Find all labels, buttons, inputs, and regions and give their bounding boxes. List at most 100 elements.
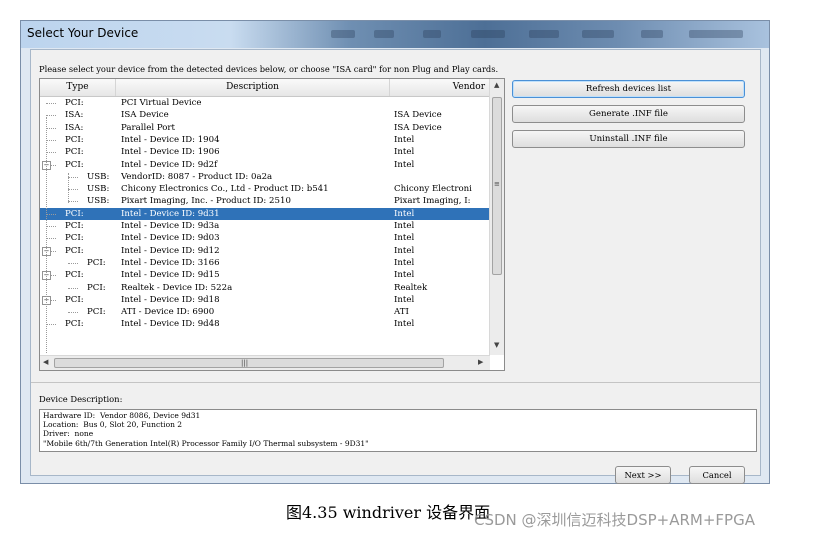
table-row[interactable]: PCI: Intel - Device ID: 1906 Intel xyxy=(40,146,490,158)
tree-connector xyxy=(46,324,56,326)
table-row[interactable]: PCI: PCI Virtual Device xyxy=(40,97,490,109)
vertical-scrollbar[interactable]: ▲ ≡ ▼ xyxy=(489,79,504,355)
table-row[interactable]: USB: VendorID: 8087 - Product ID: 0a2a xyxy=(40,171,490,183)
tree-connector xyxy=(46,103,56,104)
cell-type: PCI: xyxy=(65,221,84,231)
column-type[interactable]: Type xyxy=(40,79,116,96)
device-rows: PCI: PCI Virtual Device ISA: ISA Device ISA … xyxy=(40,97,490,354)
device-list[interactable]: Type Description Vendor PCI: PCI Virtual … xyxy=(39,78,505,371)
cell-description: Intel - Device ID: 3166 xyxy=(121,257,220,268)
table-row[interactable]: PCI: Intel - Device ID: 9d3a Intel xyxy=(40,220,490,232)
cell-type: PCI: xyxy=(65,159,84,170)
cell-description: Intel - Device ID: 9d03 xyxy=(121,233,220,244)
table-row[interactable]: − PCI: Intel - Device ID: 9d2f Intel xyxy=(40,159,490,171)
tree-connector xyxy=(46,213,56,215)
title-blur xyxy=(471,30,505,38)
column-description[interactable]: Description xyxy=(116,79,390,96)
horizontal-scroll-thumb[interactable]: ||| xyxy=(54,358,444,368)
table-row[interactable]: PCI: Intel - Device ID: 9d48 Intel xyxy=(40,318,490,330)
cell-description: Intel - Device ID: 9d15 xyxy=(121,270,220,281)
cell-description: Intel - Device ID: 9d12 xyxy=(121,245,220,256)
cell-description: Intel - Device ID: 9d48 xyxy=(121,319,220,330)
device-dialog: Select Your Device Please select your de… xyxy=(20,20,770,484)
next-button[interactable]: Next >> xyxy=(615,466,671,484)
grip-icon: ≡ xyxy=(494,180,500,188)
cell-vendor: Intel xyxy=(394,270,415,281)
cell-vendor: Chicony Electroni xyxy=(394,184,472,195)
cell-description: Intel - Device ID: 1904 xyxy=(121,134,220,145)
tree-connector xyxy=(46,152,56,154)
table-row[interactable]: PCI: Intel - Device ID: 9d31 Intel xyxy=(40,207,490,220)
table-row[interactable]: − PCI: Intel - Device ID: 9d15 Intel xyxy=(40,269,490,281)
title-bar[interactable]: Select Your Device xyxy=(21,21,769,48)
scroll-up-icon[interactable]: ▲ xyxy=(494,81,499,89)
uninstall-inf-button[interactable]: Uninstall .INF file xyxy=(512,130,745,148)
cell-description: Chicony Electronics Co., Ltd - Product I… xyxy=(121,184,329,195)
table-row[interactable]: PCI: Intel - Device ID: 9d03 Intel xyxy=(40,232,490,244)
title-blur xyxy=(331,30,355,38)
title-blur xyxy=(689,30,743,38)
cell-description: Intel - Device ID: 9d31 xyxy=(121,208,220,219)
scroll-down-icon[interactable]: ▼ xyxy=(494,341,499,349)
cell-type: ISA: xyxy=(65,122,84,133)
cell-description: Intel - Device ID: 9d18 xyxy=(121,294,220,305)
cell-description: VendorID: 8087 - Product ID: 0a2a xyxy=(121,171,273,182)
horizontal-scrollbar[interactable]: ◀ ||| ▶ xyxy=(40,355,490,370)
cell-type: PCI: xyxy=(65,319,84,330)
cell-vendor: Pixart Imaging, I: xyxy=(394,196,471,207)
title-blur xyxy=(423,30,441,38)
table-row[interactable]: PCI: ATI - Device ID: 6900 ATI xyxy=(40,306,490,318)
device-description-box: Hardware ID: Vendor 8086, Device 9d31 Lo… xyxy=(39,409,757,452)
column-header: Type Description Vendor xyxy=(40,79,490,97)
tree-line xyxy=(46,117,47,354)
cell-type: PCI: xyxy=(65,134,84,145)
title-blur xyxy=(582,30,614,38)
watermark: CSDN @深圳信迈科技DSP+ARM+FPGA xyxy=(474,511,755,529)
refresh-devices-button[interactable]: Refresh devices list xyxy=(512,80,745,98)
cell-description: Pixart Imaging, Inc. - Product ID: 2510 xyxy=(121,196,291,207)
cell-type: PCI: xyxy=(65,208,84,219)
tree-connector xyxy=(46,127,56,129)
table-row[interactable]: PCI: Intel - Device ID: 3166 Intel xyxy=(40,257,490,269)
cell-description: Realtek - Device ID: 522a xyxy=(121,282,233,293)
cell-vendor: Realtek xyxy=(394,282,428,293)
cell-type: PCI: xyxy=(65,294,84,305)
tree-line xyxy=(68,173,69,203)
instruction-text: Please select your device from the detec… xyxy=(39,64,499,74)
cell-vendor: Intel xyxy=(394,257,415,268)
table-row[interactable]: PCI: Realtek - Device ID: 522a Realtek xyxy=(40,282,490,294)
table-row[interactable]: − PCI: Intel - Device ID: 9d18 Intel xyxy=(40,294,490,306)
cell-description: Parallel Port xyxy=(121,122,175,133)
table-row[interactable]: PCI: Intel - Device ID: 1904 Intel xyxy=(40,134,490,146)
tree-connector xyxy=(68,189,78,191)
generate-inf-button[interactable]: Generate .INF file xyxy=(512,105,745,123)
vertical-scroll-thumb[interactable]: ≡ xyxy=(492,97,502,275)
cell-description: Intel - Device ID: 9d2f xyxy=(121,159,218,170)
tree-connector xyxy=(46,115,56,117)
table-row[interactable]: USB: Chicony Electronics Co., Ltd - Produ… xyxy=(40,183,490,195)
title-blur xyxy=(529,30,559,38)
table-row[interactable]: ISA: ISA Device ISA Device xyxy=(40,109,490,121)
cell-description: Intel - Device ID: 1906 xyxy=(121,147,220,158)
table-row[interactable]: USB: Pixart Imaging, Inc. - Product ID: 2… xyxy=(40,195,490,207)
cell-type: PCI: xyxy=(65,245,84,256)
cell-type: ISA: xyxy=(65,110,84,121)
tree-connector xyxy=(68,201,78,203)
table-row[interactable]: − PCI: Intel - Device ID: 9d12 Intel xyxy=(40,245,490,257)
tree-connector xyxy=(68,262,78,264)
cell-description: ISA Device xyxy=(121,110,169,121)
cell-vendor: Intel xyxy=(394,208,415,219)
cell-vendor: ISA Device xyxy=(394,122,442,133)
title-blur xyxy=(374,30,394,38)
cell-description: Intel - Device ID: 9d3a xyxy=(121,221,220,231)
scroll-left-icon[interactable]: ◀ xyxy=(43,358,48,366)
cancel-button[interactable]: Cancel xyxy=(689,466,745,484)
cell-type: PCI: xyxy=(65,147,84,158)
table-row[interactable]: ISA: Parallel Port ISA Device xyxy=(40,122,490,134)
cell-vendor: Intel xyxy=(394,134,415,145)
tree-connector xyxy=(68,312,78,314)
scroll-right-icon[interactable]: ▶ xyxy=(478,358,483,366)
column-vendor[interactable]: Vendor xyxy=(390,79,490,96)
cell-vendor: ISA Device xyxy=(394,110,442,121)
cell-type: PCI: xyxy=(65,98,84,108)
